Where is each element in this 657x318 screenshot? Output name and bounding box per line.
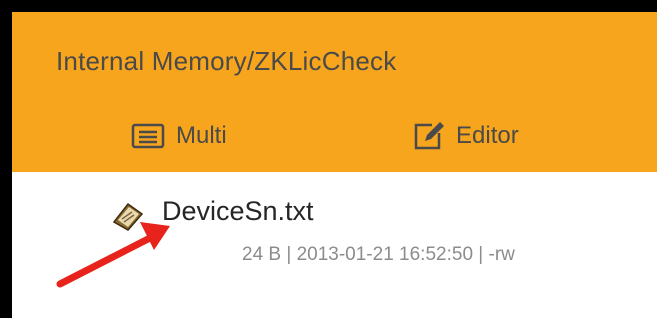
file-meta: 24 B | 2013-01-21 16:52:50 | -rw [242,244,515,265]
header-bar: Internal Memory/ZKLicCheck Multi Editor [12,12,657,172]
editor-button[interactable]: Editor [412,116,519,156]
file-list-item[interactable]: DeviceSn.txt 24 B | 2013-01-21 16:52:50 … [12,172,657,282]
file-name: DeviceSn.txt [162,196,314,226]
edit-icon [412,120,446,152]
text-file-icon [108,198,148,237]
editor-label: Editor [456,122,519,149]
list-icon [130,122,166,150]
current-path: Internal Memory/ZKLicCheck [56,46,397,76]
multi-select-button[interactable]: Multi [130,116,227,156]
file-manager-window: Internal Memory/ZKLicCheck Multi Editor [12,12,657,318]
multi-label: Multi [176,122,227,149]
